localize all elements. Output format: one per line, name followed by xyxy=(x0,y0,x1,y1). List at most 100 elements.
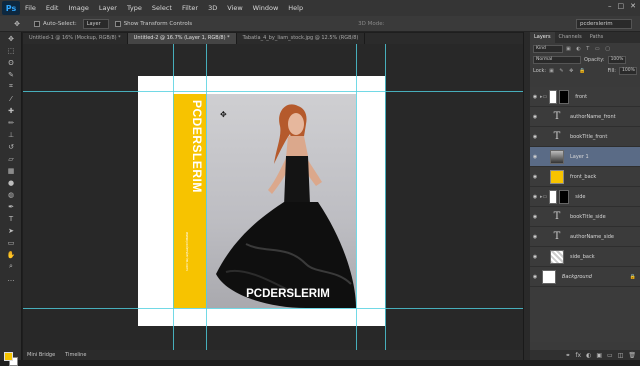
shape-icon[interactable]: ▭ xyxy=(4,237,18,248)
visibility-eye-icon[interactable]: ◉ xyxy=(530,114,540,120)
fx-icon[interactable]: fx xyxy=(575,352,581,359)
path-select-icon[interactable]: ➤ xyxy=(4,225,18,236)
history-brush-icon[interactable]: ↺ xyxy=(4,141,18,152)
move-tool-icon[interactable]: ✥ xyxy=(10,18,24,29)
new-layer-icon[interactable]: ◫ xyxy=(618,352,624,359)
horizontal-guide-top[interactable] xyxy=(23,91,523,92)
visibility-eye-icon[interactable]: ◉ xyxy=(530,174,540,180)
visibility-eye-icon[interactable]: ◉ xyxy=(530,94,540,100)
canvas-area[interactable]: PCDERSLERIM www.pcderslerim.com PCDERSLE… xyxy=(23,44,523,350)
new-group-icon[interactable]: ▭ xyxy=(607,352,613,359)
menu-select[interactable]: Select xyxy=(147,4,177,12)
menu-edit[interactable]: Edit xyxy=(41,4,64,12)
auto-select-checkbox[interactable] xyxy=(34,20,40,27)
visibility-eye-icon[interactable]: ◉ xyxy=(530,254,540,260)
minimize-icon[interactable]: – xyxy=(608,2,612,10)
layer-row-layer-1[interactable]: ◉ Layer 1 xyxy=(530,147,640,167)
layer-row-book-title-front[interactable]: ◉ T bookTitle_front xyxy=(530,127,640,147)
cover-photo[interactable] xyxy=(206,94,356,308)
group-folder-icon[interactable]: ▸▭ xyxy=(540,94,547,100)
menu-file[interactable]: File xyxy=(20,4,41,12)
visibility-eye-icon[interactable]: ◉ xyxy=(530,214,540,220)
menu-view[interactable]: View xyxy=(222,4,247,12)
layer-row-side[interactable]: ◉ ▸▭ side xyxy=(530,187,640,207)
visibility-eye-icon[interactable]: ◉ xyxy=(530,194,540,200)
maximize-icon[interactable]: □ xyxy=(618,2,625,10)
crop-icon[interactable]: ⌗ xyxy=(4,81,18,92)
book-spine[interactable]: PCDERSLERIM www.pcderslerim.com xyxy=(173,94,206,308)
menu-filter[interactable]: Filter xyxy=(177,4,203,12)
opacity-input[interactable]: 100% xyxy=(607,55,626,64)
adjustment-icon[interactable]: ▣ xyxy=(596,352,602,359)
visibility-eye-icon[interactable]: ◉ xyxy=(530,274,540,280)
menu-image[interactable]: Image xyxy=(63,4,93,12)
stamp-icon[interactable]: ⊥ xyxy=(4,129,18,140)
move-icon[interactable]: ✥ xyxy=(4,33,18,44)
vertical-guide-3[interactable] xyxy=(356,44,357,350)
document-canvas[interactable]: PCDERSLERIM www.pcderslerim.com PCDERSLE… xyxy=(138,76,385,328)
menu-layer[interactable]: Layer xyxy=(94,4,122,12)
kind-filter-dropdown[interactable]: Kind xyxy=(533,44,563,53)
layer-row-background[interactable]: ◉ Background 🔒 xyxy=(530,267,640,287)
filter-icons[interactable]: ▣ ◐ T ▭ ▢ xyxy=(566,46,612,52)
blend-mode-dropdown[interactable]: Normal xyxy=(533,55,581,64)
brush-icon[interactable]: ✏ xyxy=(4,117,18,128)
quick-select-icon[interactable]: ✎ xyxy=(4,69,18,80)
zoom-icon[interactable]: ⌕ xyxy=(4,261,18,272)
tab-layers[interactable]: Layers xyxy=(530,32,555,43)
layer-row-book-title-side[interactable]: ◉ T bookTitle_side xyxy=(530,207,640,227)
visibility-eye-icon[interactable]: ◉ xyxy=(530,154,540,160)
layer-row-author-name-side[interactable]: ◉ T authorName_side xyxy=(530,227,640,247)
menu-window[interactable]: Window xyxy=(248,4,284,12)
trash-icon[interactable]: 🗑 xyxy=(628,352,636,359)
layer-row-side-back[interactable]: ◉ side_back xyxy=(530,247,640,267)
transform-controls-option[interactable]: Show Transform Controls xyxy=(114,20,192,27)
eyedropper-icon[interactable]: ⁄ xyxy=(4,93,18,104)
vertical-guide-2[interactable] xyxy=(206,44,207,350)
horizontal-guide-bottom[interactable] xyxy=(23,308,523,309)
auto-select-dropdown[interactable]: Layer xyxy=(82,18,109,29)
visibility-eye-icon[interactable]: ◉ xyxy=(530,134,540,140)
dodge-icon[interactable]: ◍ xyxy=(4,189,18,200)
close-icon[interactable]: ✕ xyxy=(630,2,636,10)
vertical-guide-1[interactable] xyxy=(173,44,174,350)
more-tools-icon[interactable]: … xyxy=(4,273,18,284)
lock-icon[interactable]: 🔒 xyxy=(630,274,636,280)
eraser-icon[interactable]: ▱ xyxy=(4,153,18,164)
tab-tabatla[interactable]: Tabatla_4_by_liam_stock.jpg @ 12.5% (RGB… xyxy=(236,33,366,44)
workspace-dropdown[interactable]: pcderslerim xyxy=(576,19,632,29)
layer-row-front[interactable]: ◉ ▸▭ front xyxy=(530,87,640,107)
group-folder-icon[interactable]: ▸▭ xyxy=(540,194,547,200)
tab-untitled-2[interactable]: Untitled-2 @ 16.7% (Layer 1, RGB/8) * xyxy=(127,33,237,44)
panel-dock[interactable] xyxy=(523,32,530,360)
menu-type[interactable]: Type xyxy=(122,4,147,12)
tools-panel: ✥ ⬚ ʘ ✎ ⌗ ⁄ ✚ ✏ ⊥ ↺ ▱ ▦ ● ◍ ✒ T ➤ ▭ ✋ ⌕ … xyxy=(0,32,22,366)
gradient-icon[interactable]: ▦ xyxy=(4,165,18,176)
healing-icon[interactable]: ✚ xyxy=(4,105,18,116)
lasso-icon[interactable]: ʘ xyxy=(4,57,18,68)
vertical-guide-4[interactable] xyxy=(385,44,386,350)
mask-icon[interactable]: ◐ xyxy=(586,352,591,359)
visibility-eye-icon[interactable]: ◉ xyxy=(530,234,540,240)
timeline-tab[interactable]: Timeline xyxy=(65,352,86,358)
mini-bridge-tab[interactable]: Mini Bridge xyxy=(27,352,55,358)
layer-thumbnail xyxy=(550,149,564,164)
transform-controls-checkbox[interactable] xyxy=(114,20,121,27)
lock-icons[interactable]: ▣ ✎ ✥ 🔒 xyxy=(549,68,587,74)
layer-row-author-name-front[interactable]: ◉ T authorName_front xyxy=(530,107,640,127)
tab-channels[interactable]: Channels xyxy=(555,32,586,43)
hand-icon[interactable]: ✋ xyxy=(4,249,18,260)
tab-paths[interactable]: Paths xyxy=(586,32,608,43)
fill-input[interactable]: 100% xyxy=(619,66,637,75)
auto-select-option[interactable]: Auto-Select: xyxy=(34,20,77,27)
marquee-icon[interactable]: ⬚ xyxy=(4,45,18,56)
pen-icon[interactable]: ✒ xyxy=(4,201,18,212)
link-layers-icon[interactable]: ⚭ xyxy=(565,352,570,359)
type-icon[interactable]: T xyxy=(4,213,18,224)
tab-untitled-1[interactable]: Untitled-1 @ 16% (Mockup, RGB/8) * xyxy=(23,33,128,44)
menu-3d[interactable]: 3D xyxy=(203,4,222,12)
blur-icon[interactable]: ● xyxy=(4,177,18,188)
menu-help[interactable]: Help xyxy=(283,4,308,12)
layer-row-front-back[interactable]: ◉ front_back xyxy=(530,167,640,187)
layer-name: side xyxy=(575,193,586,200)
